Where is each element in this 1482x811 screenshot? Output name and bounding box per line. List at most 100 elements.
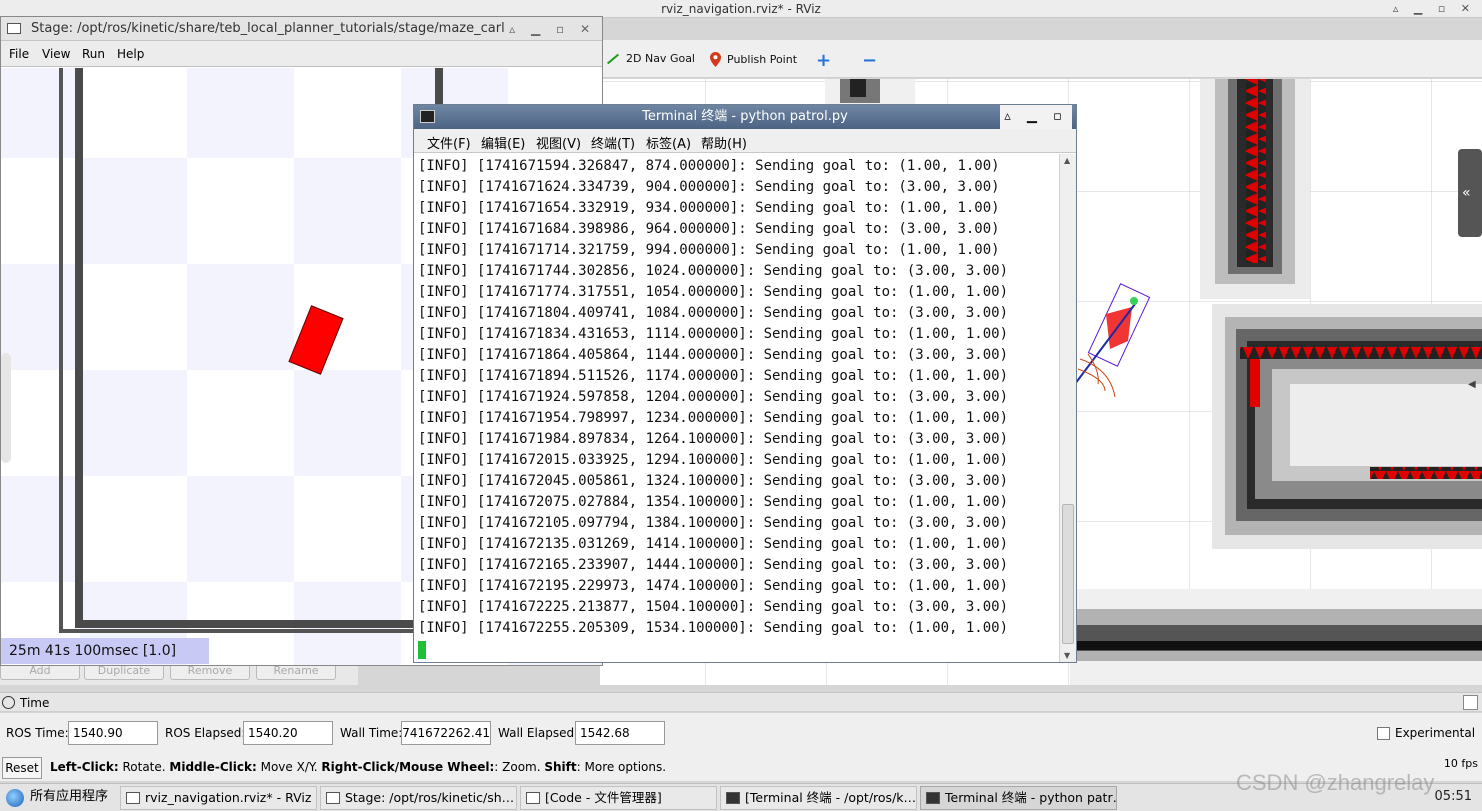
- menu-run[interactable]: Run: [82, 47, 105, 61]
- stage-titlebar[interactable]: Stage: /opt/ros/kinetic/share/teb_local_…: [1, 17, 602, 41]
- rviz-window-controls[interactable]: ▵ ▁ ▫ ✕: [1393, 2, 1476, 15]
- svg-text:«: «: [1462, 185, 1471, 201]
- scroll-down-arrow-icon[interactable]: ▼: [1064, 651, 1070, 660]
- wall-time-field[interactable]: 1741672262.41: [401, 721, 491, 745]
- nav-goal-arrow-icon: [606, 53, 620, 64]
- task-label: [Terminal 终端 - /opt/ros/k…: [745, 790, 917, 805]
- terminal-cursor: [418, 641, 426, 659]
- reset-button[interactable]: Reset: [2, 757, 42, 779]
- ros-elapsed-field[interactable]: 1540.20: [243, 721, 333, 745]
- task-label: Stage: /opt/ros/kinetic/sh…: [345, 790, 515, 805]
- terminal-line: [INFO] [1741671834.431653, 1114.000000]:…: [418, 326, 1009, 342]
- wall-elapsed-label: Wall Elapsed:: [498, 726, 579, 740]
- ros-time-label: ROS Time:: [6, 726, 69, 740]
- terminal-output[interactable]: [INFO] [1741671594.326847, 874.000000]: …: [414, 154, 1058, 662]
- task-terminal-2[interactable]: Terminal 终端 - python patr…: [920, 786, 1117, 810]
- terminal-icon: [420, 110, 435, 123]
- task-label: [Code - 文件管理器]: [545, 790, 662, 805]
- terminal-menubar: 文件(F) 编辑(E) 视图(V) 终端(T) 标签(A) 帮助(H): [414, 129, 1076, 153]
- clock-icon: [2, 696, 15, 709]
- terminal-line: [INFO] [1741672225.213877, 1504.100000]:…: [418, 599, 1009, 615]
- terminal-line: [INFO] [1741672195.229973, 1474.100000]:…: [418, 578, 1009, 594]
- term-menu-view[interactable]: 视图(V): [536, 133, 581, 152]
- terminal-window-title: Terminal 终端 - python patrol.py: [642, 109, 848, 124]
- menu-view[interactable]: View: [42, 47, 70, 61]
- window-app-icon: [526, 792, 540, 804]
- stage-sim-clock: 25m 41s 100msec [1.0]: [1, 638, 209, 664]
- task-rviz[interactable]: rviz_navigation.rviz* - RViz: [120, 786, 317, 810]
- experimental-checkbox[interactable]: [1377, 727, 1390, 740]
- fps-readout: 10 fps: [1443, 757, 1478, 770]
- panel-float-toggle[interactable]: [1463, 695, 1478, 710]
- terminal-line: [INFO] [1741671594.326847, 874.000000]: …: [418, 158, 1000, 174]
- ros-elapsed-label: ROS Elapsed:: [165, 726, 246, 740]
- window-icon: [7, 23, 21, 34]
- terminal-app-icon: [726, 792, 740, 804]
- terminal-line: [INFO] [1741671744.302856, 1024.000000]:…: [418, 263, 1009, 279]
- start-menu-button[interactable]: 所有应用程序: [2, 786, 116, 810]
- scroll-thumb[interactable]: [1062, 504, 1074, 644]
- terminal-line: [INFO] [1741671774.317551, 1054.000000]:…: [418, 284, 1009, 300]
- publish-point-tool[interactable]: Publish Point: [710, 52, 797, 67]
- task-stage[interactable]: Stage: /opt/ros/kinetic/sh…: [320, 786, 517, 810]
- wall-time-label: Wall Time:: [340, 726, 403, 740]
- terminal-line: [INFO] [1741671864.405864, 1144.000000]:…: [418, 347, 1009, 363]
- terminal-line: [INFO] [1741671804.409741, 1084.000000]:…: [418, 305, 1009, 321]
- menu-help[interactable]: Help: [117, 47, 144, 61]
- menu-file[interactable]: File: [9, 47, 29, 61]
- terminal-line: [INFO] [1741671924.597858, 1204.000000]:…: [418, 389, 1009, 405]
- stage-window-title: Stage: /opt/ros/kinetic/share/teb_local_…: [31, 21, 564, 36]
- task-file-manager[interactable]: [Code - 文件管理器]: [520, 786, 717, 810]
- nav-goal-tool[interactable]: 2D Nav Goal: [606, 52, 695, 65]
- app-menu-icon: [6, 789, 24, 807]
- watermark: CSDN @zhangrelay: [1236, 770, 1435, 795]
- task-terminal-1[interactable]: [Terminal 终端 - /opt/ros/k…: [720, 786, 917, 810]
- terminal-titlebar[interactable]: Terminal 终端 - python patrol.py ▵ ▁ ▫ ✕: [414, 105, 1076, 148]
- mouse-hints: Left-Click: Rotate. Middle-Click: Move X…: [50, 760, 667, 774]
- terminal-line: [INFO] [1741671954.798997, 1234.000000]:…: [418, 410, 1009, 426]
- time-panel: ROS Time: 1540.90 ROS Elapsed: 1540.20 W…: [0, 713, 1482, 755]
- terminal-line: [INFO] [1741672015.033925, 1294.100000]:…: [418, 452, 1009, 468]
- rviz-app-icon: [126, 792, 140, 804]
- rviz-toolbar: 2D Nav Goal Publish Point + −: [600, 40, 1482, 78]
- terminal-line: [INFO] [1741671984.897834, 1264.100000]:…: [418, 431, 1009, 447]
- terminal-line: [INFO] [1741671684.398986, 964.000000]: …: [418, 221, 1000, 237]
- stage-menubar: File View Run Help: [1, 41, 602, 67]
- taskbar-clock[interactable]: 05:51: [1435, 789, 1472, 804]
- stage-window-controls[interactable]: ▵ ▁ ▫ ✕: [505, 17, 596, 40]
- terminal-window-controls[interactable]: ▵ ▁ ▫ ✕: [1000, 105, 1072, 148]
- map-pin-icon: [710, 52, 721, 67]
- scroll-up-arrow-icon[interactable]: ▲: [1064, 156, 1070, 165]
- term-menu-file[interactable]: 文件(F): [427, 133, 471, 152]
- rviz-window-title: rviz_navigation.rviz* - RViz: [661, 2, 821, 16]
- term-menu-terminal[interactable]: 终端(T): [591, 133, 635, 152]
- terminal-app-icon: [926, 792, 940, 804]
- svg-text:◀: ◀: [1468, 379, 1476, 390]
- terminal-line: [INFO] [1741672075.027884, 1354.100000]:…: [418, 494, 1009, 510]
- terminal-line: [INFO] [1741672045.005861, 1324.100000]:…: [418, 473, 1009, 489]
- remove-tool-minus-icon[interactable]: −: [862, 50, 877, 71]
- terminal-line: [INFO] [1741672255.205309, 1534.100000]:…: [418, 620, 1009, 636]
- terminal-line: [INFO] [1741672165.233907, 1444.100000]:…: [418, 557, 1009, 573]
- terminal-line: [INFO] [1741671624.334739, 904.000000]: …: [418, 179, 1000, 195]
- terminal-line: [INFO] [1741671894.511526, 1174.000000]:…: [418, 368, 1009, 384]
- experimental-label: Experimental: [1395, 726, 1476, 740]
- wall-elapsed-field[interactable]: 1542.68: [575, 721, 665, 745]
- terminal-line: [INFO] [1741671714.321759, 994.000000]: …: [418, 242, 1000, 258]
- time-panel-title: Time: [20, 696, 50, 710]
- nav-goal-label: 2D Nav Goal: [626, 52, 695, 65]
- terminal-line: [INFO] [1741671654.332919, 934.000000]: …: [418, 200, 1000, 216]
- terminal-scrollbar[interactable]: ▲ ▼: [1059, 154, 1076, 662]
- terminal-window: Terminal 终端 - python patrol.py ▵ ▁ ▫ ✕ 文…: [413, 104, 1077, 663]
- task-label: rviz_navigation.rviz* - RViz: [145, 790, 312, 805]
- term-menu-tabs[interactable]: 标签(A): [646, 133, 691, 152]
- term-menu-edit[interactable]: 编辑(E): [481, 133, 525, 152]
- add-tool-plus-icon[interactable]: +: [816, 50, 831, 71]
- terminal-line: [INFO] [1741672105.097794, 1384.100000]:…: [418, 515, 1009, 531]
- publish-point-label: Publish Point: [727, 53, 798, 66]
- ros-time-field[interactable]: 1540.90: [68, 721, 158, 745]
- window-app-icon: [326, 792, 340, 804]
- term-menu-help[interactable]: 帮助(H): [701, 133, 747, 152]
- task-label: Terminal 终端 - python patr…: [945, 790, 1117, 805]
- terminal-line: [INFO] [1741672135.031269, 1414.100000]:…: [418, 536, 1009, 552]
